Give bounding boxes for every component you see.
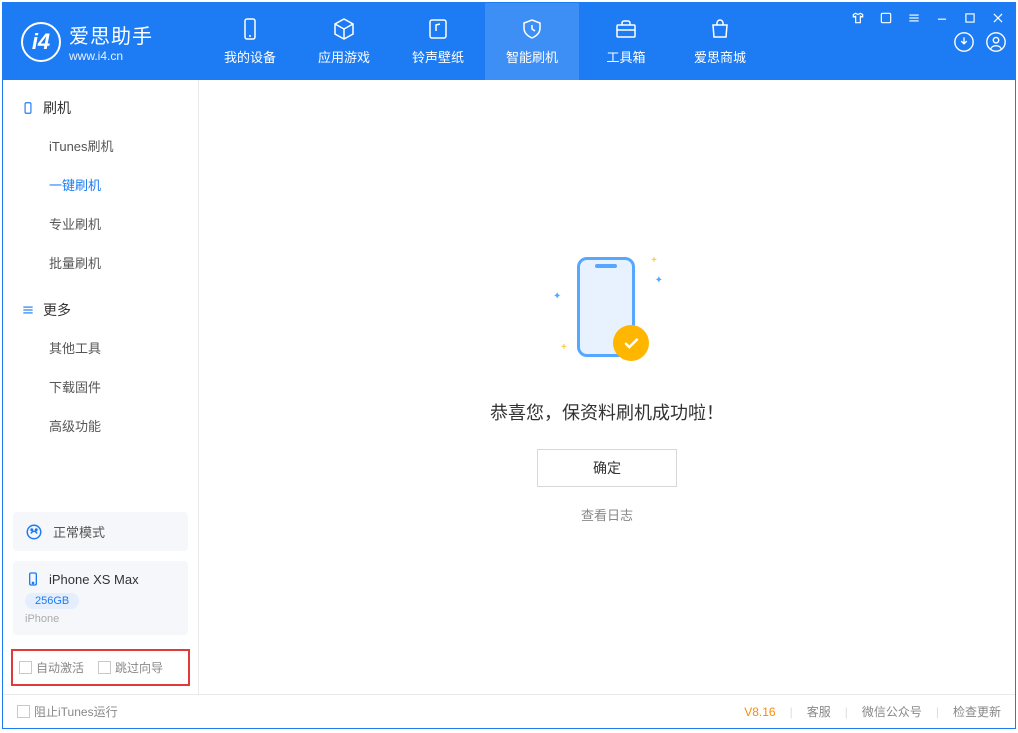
version-label: V8.16	[744, 705, 775, 719]
nav-toolbox[interactable]: 工具箱	[579, 3, 673, 80]
separator: |	[790, 705, 793, 719]
view-log-link[interactable]: 查看日志	[581, 505, 633, 524]
sidebar-item-advanced[interactable]: 高级功能	[3, 406, 198, 445]
checkbox-label: 跳过向导	[115, 659, 163, 676]
device-storage: 256GB	[25, 593, 79, 609]
sparkle-icon: ✦	[655, 275, 663, 286]
toolbox-icon	[614, 17, 638, 41]
sidebar-item-itunes-flash[interactable]: iTunes刷机	[3, 126, 198, 165]
checkbox-label: 自动激活	[36, 659, 84, 676]
statusbar: 阻止iTunes运行 V8.16 | 客服 | 微信公众号 | 检查更新	[3, 694, 1015, 728]
section-title: 刷机	[43, 98, 71, 118]
sidebar: 刷机 iTunes刷机 一键刷机 专业刷机 批量刷机 更多 其他工具 下载固件 …	[3, 80, 199, 694]
feedback-icon[interactable]	[877, 9, 895, 27]
check-icon	[613, 325, 649, 361]
separator: |	[936, 705, 939, 719]
nav-label: 工具箱	[606, 47, 645, 66]
nav-label: 智能刷机	[506, 47, 558, 66]
nav-flash[interactable]: 智能刷机	[485, 3, 579, 80]
checkbox-icon	[19, 661, 32, 674]
nav-label: 铃声壁纸	[412, 47, 464, 66]
device-name: iPhone XS Max	[49, 572, 139, 587]
sidebar-section-more: 更多	[3, 282, 198, 328]
sparkle-icon: ✦	[553, 291, 561, 302]
sparkle-icon: +	[561, 342, 567, 353]
minimize-icon[interactable]	[933, 9, 951, 27]
success-message: 恭喜您，保资料刷机成功啦！	[490, 399, 724, 425]
checkbox-icon	[17, 705, 30, 718]
logo: i4 爱思助手 www.i4.cn	[3, 3, 203, 80]
ok-button[interactable]: 确定	[537, 449, 677, 487]
nav-label: 应用游戏	[318, 47, 370, 66]
checkbox-label: 阻止iTunes运行	[34, 703, 118, 720]
sidebar-item-pro-flash[interactable]: 专业刷机	[3, 204, 198, 243]
maximize-icon[interactable]	[961, 9, 979, 27]
download-icon[interactable]	[953, 31, 975, 53]
nav-store[interactable]: 爱思商城	[673, 3, 767, 80]
nav-label: 爱思商城	[694, 47, 746, 66]
nav-label: 我的设备	[224, 47, 276, 66]
sidebar-section-flash: 刷机	[3, 80, 198, 126]
sidebar-item-oneclick-flash[interactable]: 一键刷机	[3, 165, 198, 204]
mode-icon	[25, 523, 43, 541]
cube-icon	[332, 17, 356, 41]
shield-icon	[520, 17, 544, 41]
device-icon	[21, 101, 35, 115]
result-panel: ✦ ✦ + + 恭喜您，保资料刷机成功啦！ 确定 查看日志	[490, 251, 724, 524]
status-link-update[interactable]: 检查更新	[953, 703, 1001, 720]
device-box[interactable]: iPhone XS Max 256GB iPhone	[13, 561, 188, 635]
menu-icon[interactable]	[905, 9, 923, 27]
mode-box[interactable]: 正常模式	[13, 512, 188, 551]
app-url: www.i4.cn	[69, 49, 153, 63]
phone-icon	[238, 17, 262, 41]
app-window: i4 爱思助手 www.i4.cn 我的设备 应用游戏 铃声壁纸 智能刷机	[2, 2, 1016, 729]
status-link-wechat[interactable]: 微信公众号	[862, 703, 922, 720]
music-icon	[426, 17, 450, 41]
sidebar-item-batch-flash[interactable]: 批量刷机	[3, 243, 198, 282]
close-icon[interactable]	[989, 9, 1007, 27]
nav-ringtone[interactable]: 铃声壁纸	[391, 3, 485, 80]
nav-my-device[interactable]: 我的设备	[203, 3, 297, 80]
shirt-icon[interactable]	[849, 9, 867, 27]
options-row: 自动激活 跳过向导	[11, 649, 190, 686]
checkbox-auto-activate[interactable]: 自动激活	[19, 659, 84, 676]
window-controls	[849, 9, 1007, 27]
mode-label: 正常模式	[53, 522, 105, 541]
device-type: iPhone	[25, 613, 176, 625]
checkbox-icon	[98, 661, 111, 674]
sidebar-item-download-firmware[interactable]: 下载固件	[3, 367, 198, 406]
separator: |	[845, 705, 848, 719]
app-name: 爱思助手	[69, 20, 153, 49]
logo-icon: i4	[21, 22, 61, 62]
user-icon[interactable]	[985, 31, 1007, 53]
bag-icon	[708, 17, 732, 41]
success-illustration: ✦ ✦ + +	[547, 251, 667, 371]
sparkle-icon: +	[651, 255, 657, 266]
nav-apps[interactable]: 应用游戏	[297, 3, 391, 80]
more-icon	[21, 303, 35, 317]
section-title: 更多	[43, 300, 71, 320]
sidebar-item-other-tools[interactable]: 其他工具	[3, 328, 198, 367]
main-content: ✦ ✦ + + 恭喜您，保资料刷机成功啦！ 确定 查看日志	[199, 80, 1015, 694]
main-nav: 我的设备 应用游戏 铃声壁纸 智能刷机 工具箱 爱思商城	[203, 3, 767, 80]
checkbox-skip-guide[interactable]: 跳过向导	[98, 659, 163, 676]
device-phone-icon	[25, 571, 41, 587]
status-link-support[interactable]: 客服	[807, 703, 831, 720]
checkbox-block-itunes[interactable]: 阻止iTunes运行	[17, 703, 118, 720]
